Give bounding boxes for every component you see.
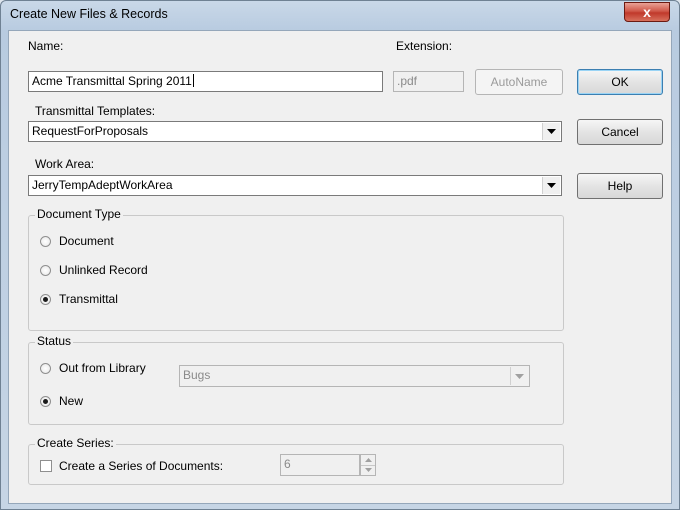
create-series-checkbox[interactable]	[40, 460, 52, 472]
work-area-dropdown[interactable]: JerryTempAdeptWorkArea	[28, 175, 562, 196]
transmittal-templates-label: Transmittal Templates:	[35, 104, 156, 118]
document-type-legend: Document Type	[35, 207, 123, 221]
library-value: Bugs	[183, 368, 211, 382]
dialog-window: Create New Files & Records x Name: Acme …	[0, 0, 680, 510]
transmittal-templates-value: RequestForProposals	[32, 124, 149, 138]
document-radio[interactable]	[40, 236, 51, 247]
text-caret	[192, 74, 194, 87]
work-area-value: JerryTempAdeptWorkArea	[32, 178, 173, 192]
window-title: Create New Files & Records	[10, 7, 168, 21]
extension-label: Extension:	[396, 39, 453, 53]
series-count-spinner	[360, 454, 376, 476]
status-legend: Status	[35, 334, 74, 348]
chevron-down-icon	[510, 367, 528, 385]
unlinked-record-radio[interactable]	[40, 265, 51, 276]
dialog-body: Name: Acme Transmittal Spring 2011 Exten…	[8, 30, 672, 504]
transmittal-radio-label[interactable]: Transmittal	[59, 292, 118, 306]
chevron-down-icon[interactable]	[542, 177, 560, 194]
document-radio-label[interactable]: Document	[59, 234, 114, 248]
close-icon: x	[643, 4, 651, 20]
ok-button[interactable]: OK	[577, 69, 663, 95]
series-count-value: 6	[284, 457, 291, 471]
autoname-button[interactable]: AutoName	[475, 69, 563, 95]
cancel-button[interactable]: Cancel	[577, 119, 663, 145]
extension-value: .pdf	[397, 74, 418, 88]
create-series-checkbox-label[interactable]: Create a Series of Documents:	[59, 459, 223, 473]
transmittal-radio[interactable]	[40, 294, 51, 305]
name-value: Acme Transmittal Spring 2011	[32, 74, 192, 88]
new-radio-label[interactable]: New	[59, 394, 83, 408]
name-label: Name:	[28, 39, 64, 53]
out-from-library-radio-label[interactable]: Out from Library	[59, 361, 146, 375]
title-bar[interactable]: Create New Files & Records x	[1, 1, 679, 29]
close-button[interactable]: x	[624, 2, 670, 22]
out-from-library-radio[interactable]	[40, 363, 51, 374]
transmittal-templates-dropdown[interactable]: RequestForProposals	[28, 121, 562, 142]
unlinked-record-radio-label[interactable]: Unlinked Record	[59, 263, 148, 277]
extension-field: .pdf	[393, 71, 464, 92]
spin-down-icon	[361, 465, 375, 475]
series-count-field: 6	[280, 454, 360, 476]
library-dropdown: Bugs	[179, 365, 530, 387]
new-radio[interactable]	[40, 396, 51, 407]
chevron-down-icon[interactable]	[542, 123, 560, 140]
create-series-legend: Create Series:	[35, 436, 116, 450]
work-area-label: Work Area:	[35, 157, 95, 171]
help-button[interactable]: Help	[577, 173, 663, 199]
name-field[interactable]: Acme Transmittal Spring 2011	[28, 71, 383, 92]
